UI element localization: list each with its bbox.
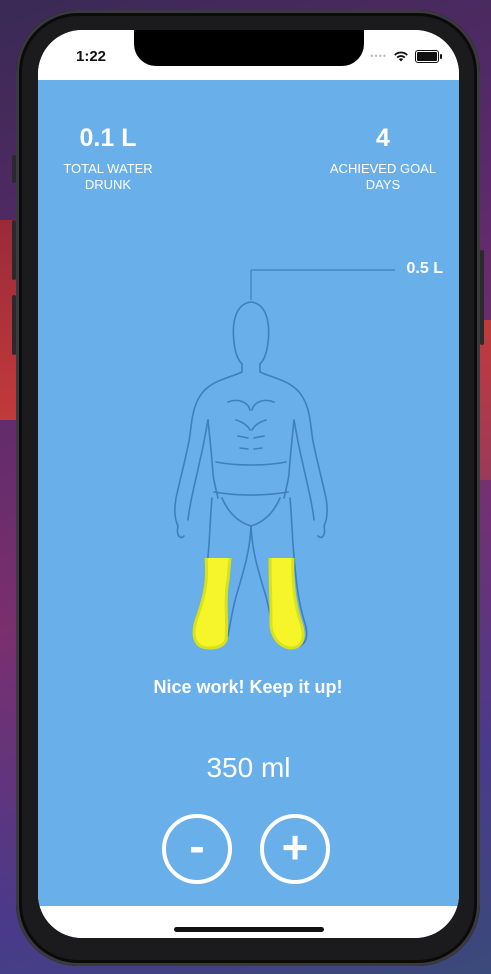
body-outline [174,301,328,647]
volume-up-button [12,220,16,280]
clock: 1:22 [76,48,107,65]
app-content: 0.1 L TOTAL WATER DRUNK 4 ACHIEVED GOAL … [38,80,459,906]
plus-icon: + [281,821,309,873]
minus-icon: - [189,820,205,872]
home-bar-area [38,906,459,938]
battery-icon [415,49,442,63]
volume-down-button [12,295,16,355]
notch [134,30,364,66]
increase-button[interactable]: + [260,814,330,884]
decrease-button[interactable]: - [162,814,232,884]
home-indicator[interactable] [174,927,324,932]
intake-amount: 350 ml [206,752,291,783]
power-button [480,250,484,345]
mute-switch [12,155,16,183]
signal-dots-icon: •••• [370,51,387,61]
encouragement-message: Nice work! Keep it up! [153,677,343,697]
goal-label: 0.5 L [406,260,443,277]
status-bar: 1:22 •••• [38,30,459,80]
status-icons: •••• [370,48,442,64]
wifi-icon [394,51,408,62]
screen: 1:22 •••• 0.1 L TOTAL WATER DRUNK 4 ACHI… [38,30,459,938]
